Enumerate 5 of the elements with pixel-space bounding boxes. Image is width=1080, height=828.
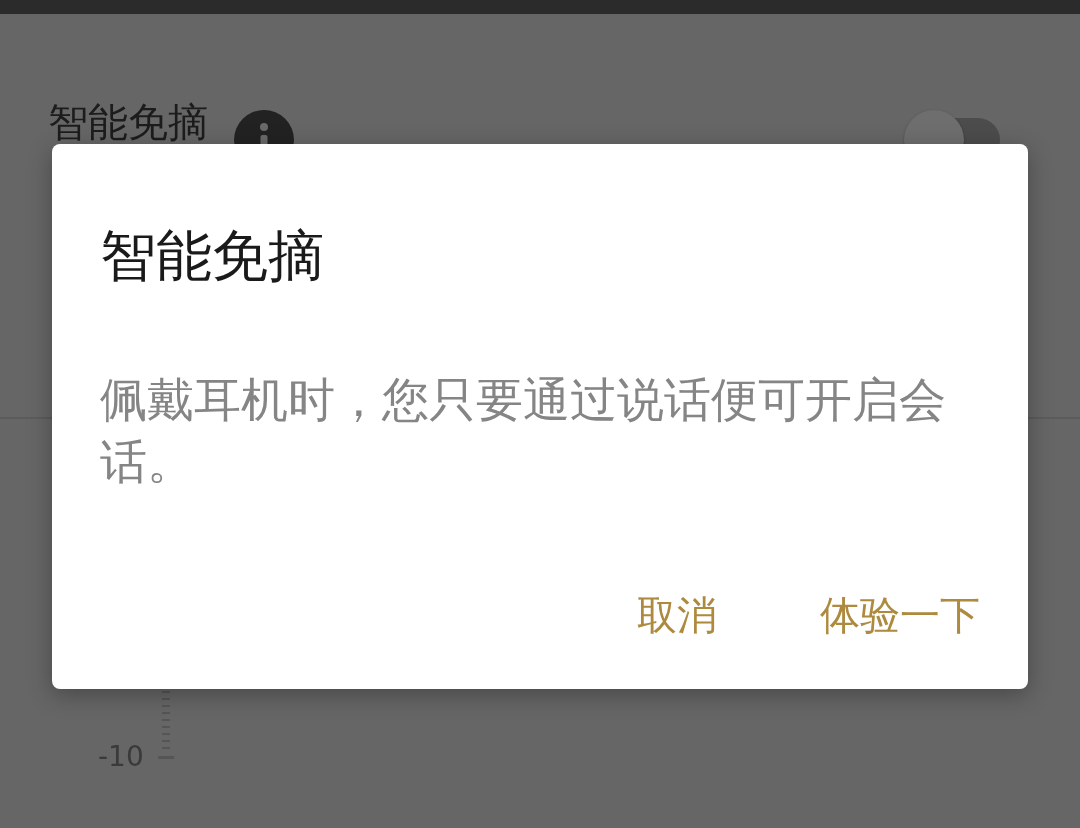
dialog-button[interactable]: 取消 [621,579,733,651]
dialog-button[interactable]: 体验一下 [804,579,996,651]
setting-label: 智能免摘 [48,98,208,146]
dialog-title: 智能免摘 [100,222,324,290]
dialog-message: 佩戴耳机时，您只要通过说话便可开启会话。 [100,371,947,491]
